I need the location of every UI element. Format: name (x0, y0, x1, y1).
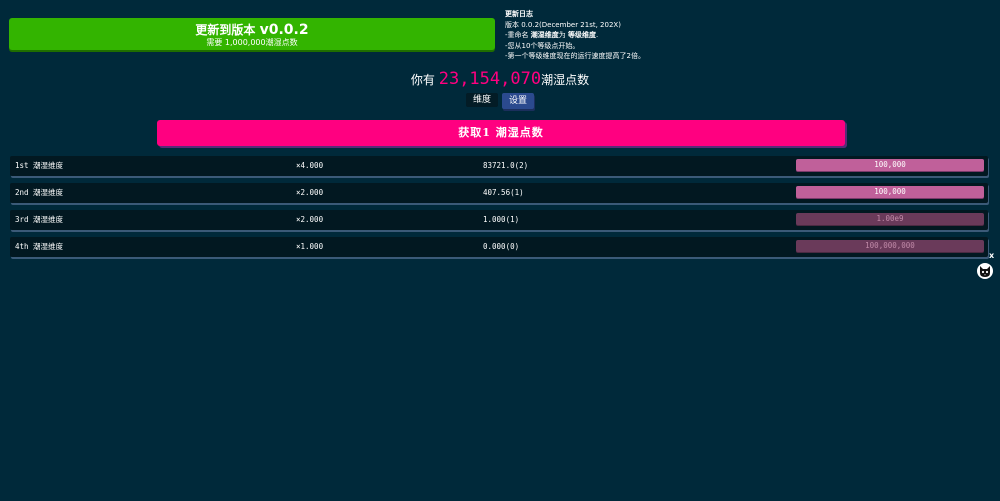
changelog-line-1: -重命名 潮湿维度为 等级维度. (505, 30, 645, 41)
points-suffix: 潮湿点数 (541, 73, 590, 87)
cat-avatar-icon[interactable] (977, 263, 993, 279)
changelog-line-2: -您从10个等级点开始。 (505, 41, 580, 50)
changelog: 更新日志 版本 0.0.2(December 21st, 202X) -重命名 … (505, 9, 645, 62)
cat-face-icon (980, 266, 990, 277)
dimension-name: 2nd 潮湿维度 (15, 188, 64, 197)
dimension-buy-button[interactable]: 100,000 (796, 159, 984, 171)
dimension-name: 3rd 潮湿维度 (15, 215, 64, 224)
changelog-line-3: -第一个等级维度现在的运行速度提高了2倍。 (505, 52, 645, 60)
dimension-amount: 83721.0(2) (483, 161, 529, 170)
tab-settings[interactable]: 设置 (502, 93, 535, 109)
dimension-buy-button[interactable]: 1.00e9 (796, 213, 984, 225)
update-version: v0.0.2 (259, 22, 309, 38)
changelog-line-1-old: 潮湿维度 (530, 31, 559, 39)
points-value: 23,154,070 (438, 69, 542, 89)
update-title-prefix: 更新到版本 (195, 23, 260, 37)
update-title: 更新到版本 v0.0.2 (9, 23, 495, 37)
dimension-amount: 407.56(1) (483, 188, 524, 197)
dimension-buy-button[interactable]: 100,000,000 (796, 240, 984, 252)
dimension-multiplier: ×2.000 (296, 215, 324, 224)
gain-points-button[interactable]: 获取1 潮湿点数 (157, 120, 845, 146)
changelog-version: 版本 0.0.2(December 21st, 202X) (505, 20, 621, 29)
close-icon[interactable]: x (989, 251, 994, 261)
dimension-buy-button[interactable]: 100,000 (796, 186, 984, 198)
dimension-row-3: 3rd 潮湿维度 ×2.000 1.000(1) 1.00e9 (10, 210, 988, 230)
dimension-multiplier: ×2.000 (296, 188, 324, 197)
dimension-amount: 0.000(0) (483, 242, 520, 251)
update-requirement: 需要 1,000,000潮湿点数 (206, 38, 298, 47)
dimension-multiplier: ×4.000 (296, 161, 324, 170)
dimension-row-2: 2nd 潮湿维度 ×2.000 407.56(1) 100,000 (10, 183, 988, 203)
changelog-line-1-new: 等级维度 (568, 31, 596, 39)
tab-bar: 维度 设置 (0, 93, 1000, 109)
points-prefix: 你有 (410, 73, 439, 87)
changelog-title: 更新日志 (505, 10, 533, 18)
dimension-amount: 1.000(1) (483, 215, 520, 224)
dimension-name: 4th 潮湿维度 (15, 242, 64, 251)
changelog-line-1-prefix: -重命名 (505, 31, 531, 39)
dimension-row-4: 4th 潮湿维度 ×1.000 0.000(0) 100,000,000 (10, 237, 988, 257)
dimensions-list: 1st 潮湿维度 ×4.000 83721.0(2) 100,000 2nd 潮… (10, 156, 988, 264)
points-display: 你有 23,154,070潮湿点数 (0, 69, 1000, 90)
dimension-name: 1st 潮湿维度 (15, 161, 64, 170)
tab-dimensions[interactable]: 维度 (465, 93, 498, 107)
dimension-row-1: 1st 潮湿维度 ×4.000 83721.0(2) 100,000 (10, 156, 988, 176)
changelog-line-1-end: . (596, 31, 599, 39)
dimension-multiplier: ×1.000 (296, 242, 324, 251)
update-version-button[interactable]: 更新到版本 v0.0.2 需要 1,000,000潮湿点数 (9, 18, 495, 50)
changelog-line-1-mid: 为 (558, 31, 568, 39)
